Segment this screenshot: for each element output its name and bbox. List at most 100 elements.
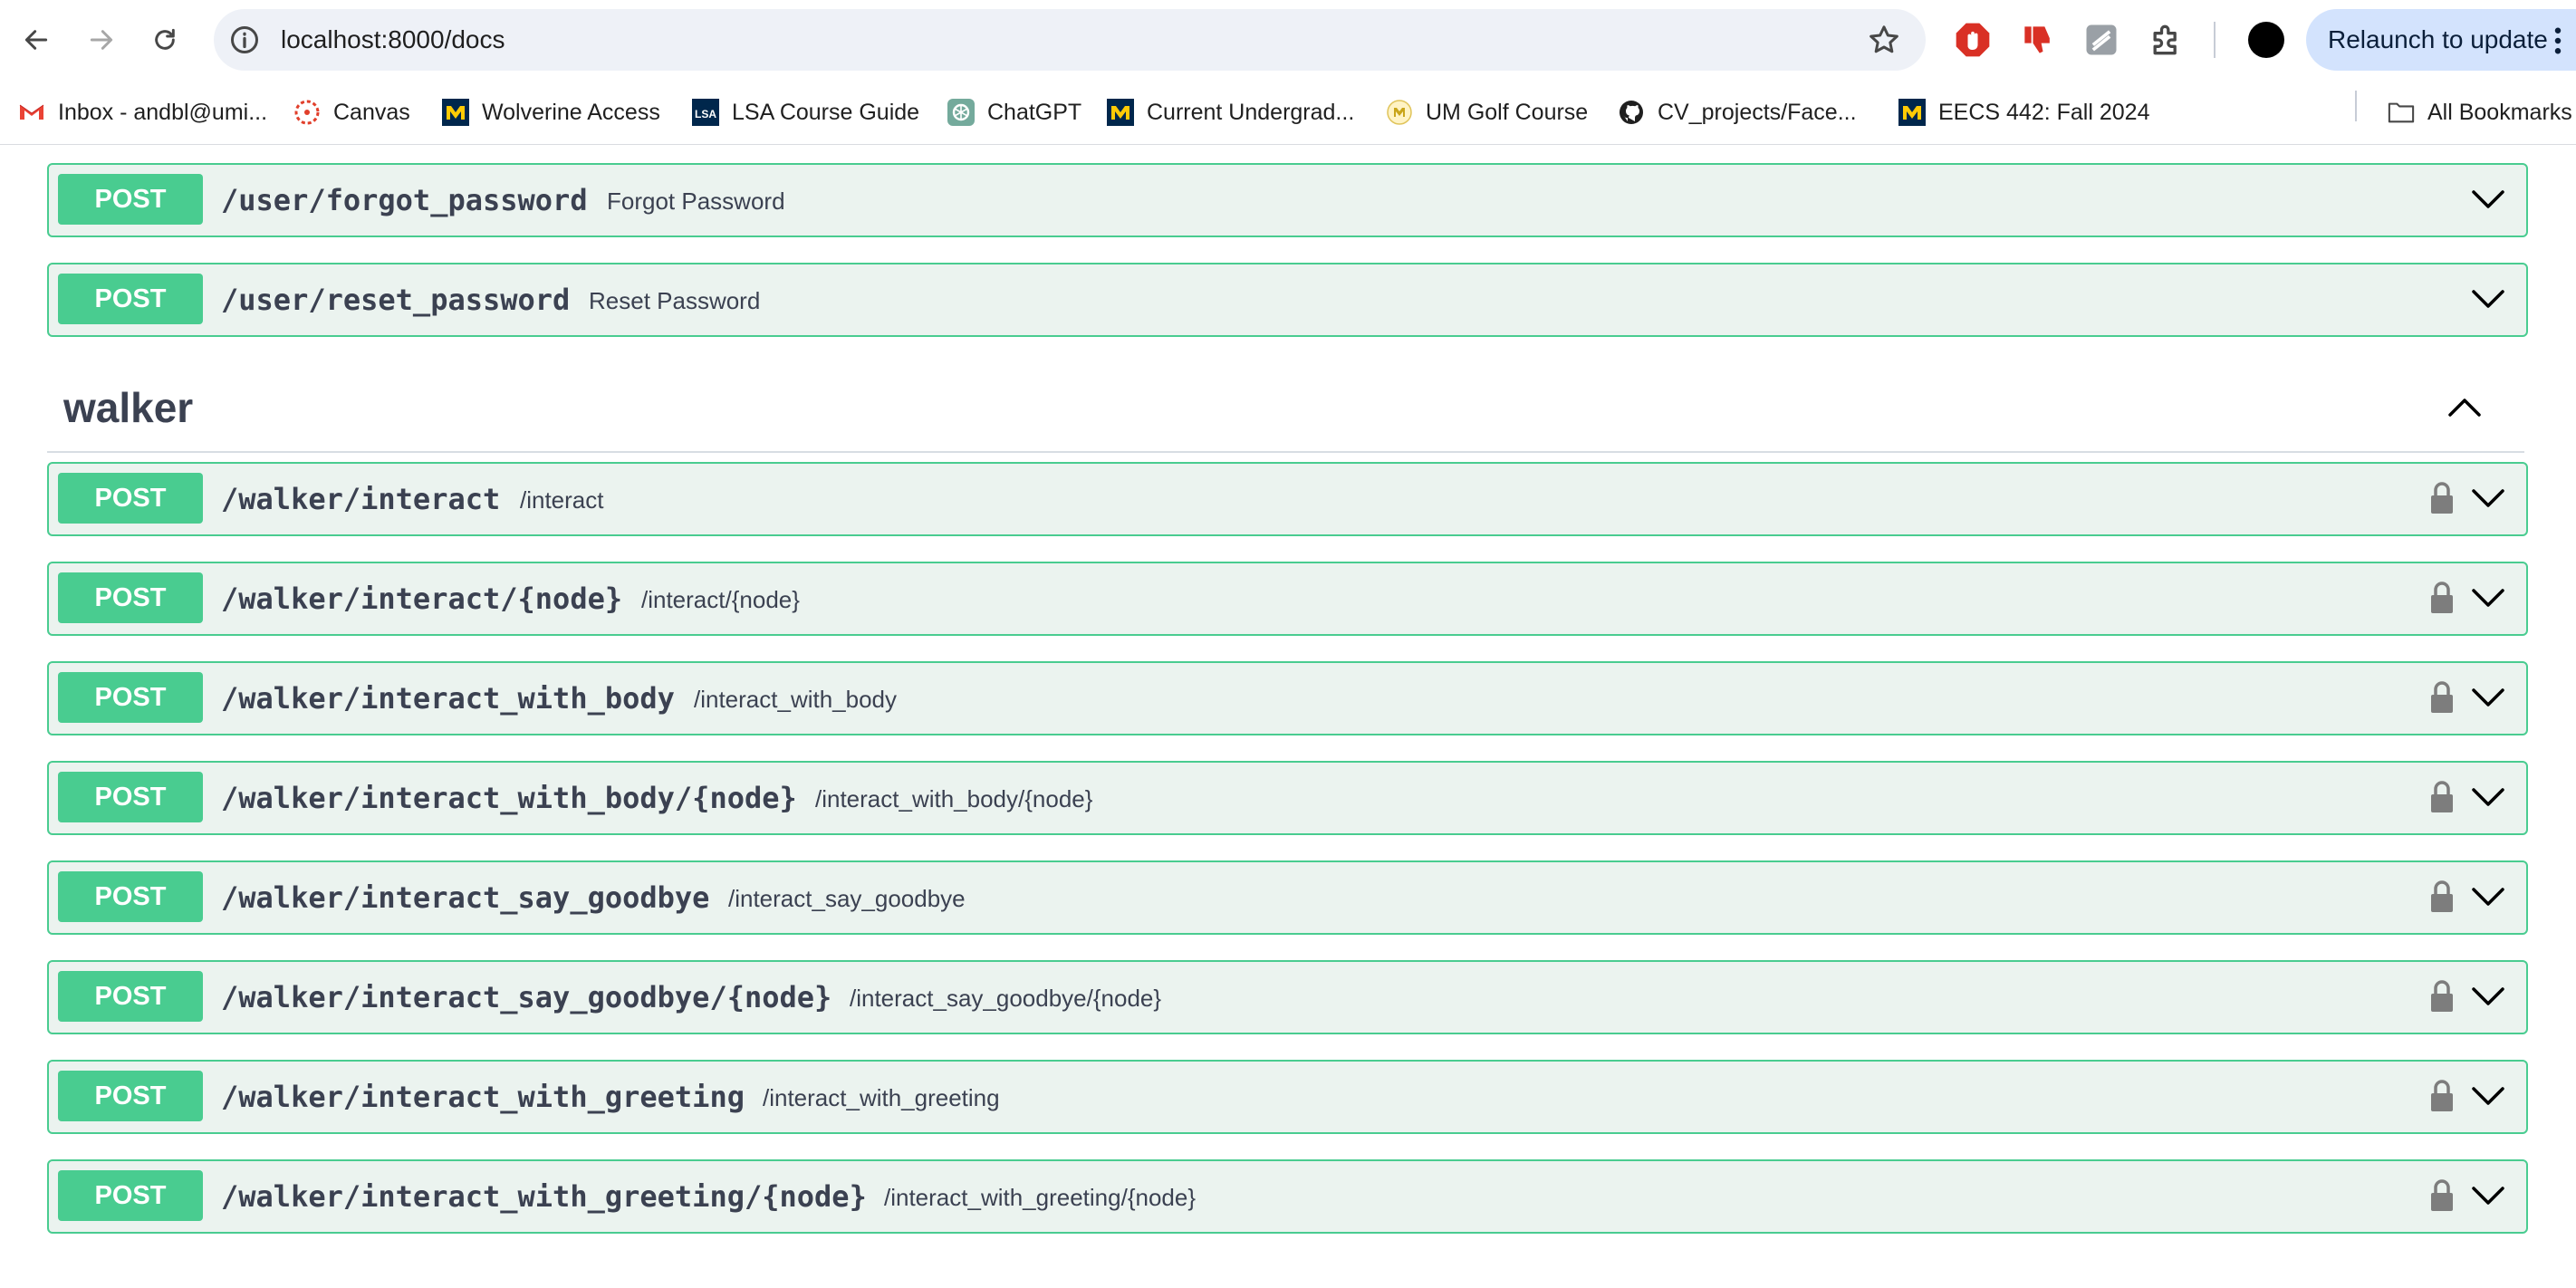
bookmark-label: ChatGPT (987, 99, 1082, 125)
address-bar[interactable]: localhost:8000/docs (214, 9, 1926, 71)
adblock-extension-icon[interactable] (1953, 20, 1993, 60)
chevron-down-icon[interactable] (2470, 286, 2506, 312)
bookmark-canvas[interactable]: Canvas (293, 80, 410, 145)
operation-walker-interact-with-body-node[interactable]: POST /walker/interact_with_body/{node} /… (47, 761, 2528, 835)
notes-extension-icon[interactable] (2081, 20, 2121, 60)
all-bookmarks-button[interactable]: All Bookmarks (2388, 80, 2572, 145)
operation-path: /walker/interact_with_body/{node} (221, 781, 797, 815)
bookmark-label: UM Golf Course (1426, 99, 1589, 125)
bookmark-current-undergrad[interactable]: Current Undergrad... (1107, 80, 1354, 145)
lock-icon[interactable] (2428, 1078, 2456, 1114)
back-button[interactable] (14, 18, 58, 62)
bookmark-label: Wolverine Access (482, 99, 660, 125)
bookmark-star-icon[interactable] (1866, 22, 1902, 58)
operation-walker-interact-with-greeting[interactable]: POST /walker/interact_with_greeting /int… (47, 1060, 2528, 1134)
operation-walker-interact-node[interactable]: POST /walker/interact/{node} /interact/{… (47, 562, 2528, 636)
operation-path: /walker/interact_with_greeting (221, 1080, 745, 1114)
extensions-puzzle-icon[interactable] (2147, 20, 2187, 60)
chevron-down-icon[interactable] (2470, 585, 2506, 610)
relaunch-button[interactable]: Relaunch to update (2306, 9, 2576, 71)
chevron-down-icon[interactable] (2470, 984, 2506, 1009)
forward-arrow-icon (90, 30, 113, 50)
chevron-up-icon[interactable] (2446, 395, 2483, 420)
operation-walker-interact-say-goodbye-node[interactable]: POST /walker/interact_say_goodbye/{node}… (47, 960, 2528, 1034)
bookmarks-divider (2355, 91, 2357, 121)
browser-chrome-border (0, 144, 2576, 145)
method-badge: POST (58, 1170, 203, 1221)
folder-icon (2388, 99, 2415, 126)
operation-summary: /interact_with_body (694, 686, 898, 713)
method-badge: POST (58, 473, 203, 524)
tag-section-walker[interactable]: walker (47, 364, 2524, 453)
operation-walker-interact[interactable]: POST /walker/interact /interact (47, 462, 2528, 536)
relaunch-label: Relaunch to update (2328, 25, 2548, 53)
reload-button[interactable] (143, 18, 187, 62)
method-badge: POST (58, 274, 203, 324)
method-badge: POST (58, 971, 203, 1022)
chevron-down-icon[interactable] (2470, 1083, 2506, 1109)
chevron-down-icon[interactable] (2470, 485, 2506, 511)
operation-summary: /interact (520, 486, 604, 514)
chevron-down-icon[interactable] (2470, 1183, 2506, 1208)
lock-icon[interactable] (2428, 1177, 2456, 1214)
golf-icon (1386, 99, 1413, 126)
lock-icon[interactable] (2428, 879, 2456, 915)
operation-walker-interact-with-greeting-node[interactable]: POST /walker/interact_with_greeting/{nod… (47, 1159, 2528, 1234)
lock-icon[interactable] (2428, 480, 2456, 516)
operation-path: /walker/interact_say_goodbye/{node} (221, 980, 832, 1014)
site-info-icon[interactable] (228, 24, 261, 56)
bookmark-inbox[interactable]: Inbox - andbl@umi... (18, 80, 267, 145)
block-m-icon (1898, 99, 1926, 126)
lock-icon[interactable] (2428, 978, 2456, 1014)
lock-icon[interactable] (2428, 679, 2456, 716)
operation-summary: /interact_say_goodbye/{node} (850, 985, 1162, 1012)
operation-path: /walker/interact/{node} (221, 582, 623, 616)
method-badge: POST (58, 772, 203, 822)
operation-forgot-password[interactable]: POST /user/forgot_password Forgot Passwo… (47, 163, 2528, 237)
chevron-down-icon[interactable] (2470, 784, 2506, 810)
chevron-down-icon[interactable] (2470, 187, 2506, 212)
profile-avatar[interactable] (2248, 22, 2284, 58)
operation-path: /walker/interact (221, 482, 501, 516)
bookmark-cv-projects[interactable]: CV_projects/Face... (1618, 80, 1857, 145)
method-badge: POST (58, 871, 203, 922)
method-badge: POST (58, 572, 203, 623)
method-badge: POST (58, 174, 203, 225)
operation-walker-interact-say-goodbye[interactable]: POST /walker/interact_say_goodbye /inter… (47, 860, 2528, 935)
bookmark-um-golf-course[interactable]: UM Golf Course (1386, 80, 1588, 145)
bookmark-eecs-442[interactable]: EECS 442: Fall 2024 (1898, 80, 2149, 145)
operation-reset-password[interactable]: POST /user/reset_password Reset Password (47, 263, 2528, 337)
reload-icon (155, 28, 175, 50)
operation-path: /walker/interact_with_greeting/{node} (221, 1179, 867, 1214)
thumbs-down-extension-icon[interactable] (2018, 20, 2058, 60)
lock-icon[interactable] (2428, 580, 2456, 616)
github-icon (1618, 99, 1645, 126)
svg-text:LSA: LSA (695, 108, 716, 120)
gmail-icon (18, 99, 45, 126)
bookmark-lsa-course-guide[interactable]: LSA LSA Course Guide (692, 80, 919, 145)
back-arrow-icon (24, 30, 48, 50)
operation-path: /walker/interact_with_body (221, 681, 675, 716)
chevron-down-icon[interactable] (2470, 884, 2506, 909)
method-badge: POST (58, 672, 203, 723)
bookmark-label: CV_projects/Face... (1658, 99, 1857, 125)
forward-button[interactable] (80, 18, 123, 62)
bookmark-chatgpt[interactable]: ChatGPT (947, 80, 1081, 145)
operation-walker-interact-with-body[interactable]: POST /walker/interact_with_body /interac… (47, 661, 2528, 735)
chevron-down-icon[interactable] (2470, 685, 2506, 710)
lsa-icon: LSA (692, 99, 719, 126)
more-menu-icon[interactable] (2552, 27, 2563, 54)
tag-title: walker (63, 384, 194, 431)
operation-path: /user/forgot_password (221, 183, 588, 217)
operation-summary: Reset Password (589, 287, 761, 314)
operation-summary: /interact_with_greeting/{node} (884, 1184, 1197, 1211)
block-m-icon (1107, 99, 1134, 126)
browser-toolbar: localhost:8000/docs Relaunch to update (0, 0, 2576, 80)
lock-icon[interactable] (2428, 779, 2456, 815)
bookmark-label: Canvas (333, 99, 410, 125)
method-badge: POST (58, 1071, 203, 1121)
bookmark-wolverine-access[interactable]: Wolverine Access (442, 80, 660, 145)
toolbar-divider (2214, 22, 2216, 58)
operation-summary: /interact_with_greeting (763, 1084, 1000, 1111)
chatgpt-icon (947, 99, 975, 126)
